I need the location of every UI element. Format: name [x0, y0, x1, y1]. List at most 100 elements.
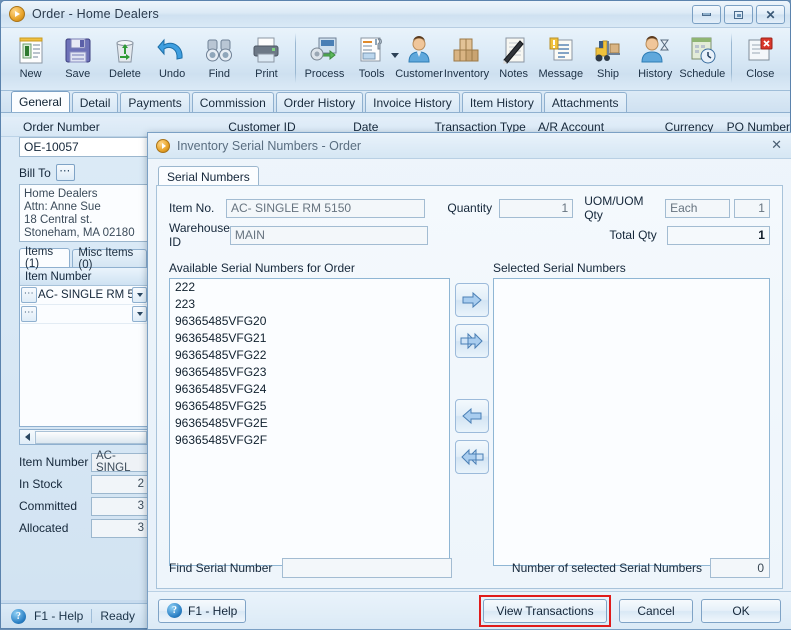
question-circle-icon: ? — [167, 603, 182, 618]
toolbar-button-tools[interactable]: Tools — [348, 31, 400, 80]
stock-label: Committed — [19, 499, 78, 513]
list-item[interactable]: 96365485VFG22 — [170, 347, 449, 364]
dialog-help-button[interactable]: ? F1 - Help — [158, 598, 247, 623]
available-serials-section: Available Serial Numbers for Order 222 2… — [169, 261, 450, 566]
minimize-button[interactable] — [692, 5, 721, 24]
forklift-icon — [592, 34, 624, 66]
tools-wrench-icon — [356, 34, 388, 66]
list-item[interactable]: 96365485VFG24 — [170, 381, 449, 398]
tab-items[interactable]: Items (1) — [19, 246, 71, 270]
table-row[interactable]: ⋯ AC- SINGLE RM 515 — [20, 286, 148, 305]
scrollbar-thumb[interactable] — [35, 430, 147, 444]
toolbar-button-save[interactable]: Save — [54, 31, 101, 80]
main-tab-strip: General Detail Payments Commission Order… — [1, 91, 790, 113]
main-window: Order - Home Dealers ✕ New Save Delete U… — [0, 0, 791, 630]
toolbar-label: Schedule — [679, 68, 726, 80]
bill-to-address: Home Dealers Attn: Anne Sue 18 Central s… — [19, 184, 149, 242]
toolbar-button-process[interactable]: Process — [301, 31, 348, 80]
stock-row-committed: Committed 3 — [19, 495, 149, 517]
question-circle-icon[interactable]: ? — [11, 608, 26, 624]
list-item[interactable]: 96365485VFG23 — [170, 364, 449, 381]
tab-attachments[interactable]: Attachments — [543, 92, 627, 112]
toolbar-button-print[interactable]: Print — [243, 31, 290, 80]
status-help-label[interactable]: F1 - Help — [34, 609, 83, 623]
toolbar-button-undo[interactable]: Undo — [149, 31, 196, 80]
list-item[interactable]: 222 — [170, 279, 449, 296]
list-item[interactable]: 96365485VFG25 — [170, 398, 449, 415]
serial-transfer-area: Available Serial Numbers for Order 222 2… — [169, 261, 770, 566]
address-line: Home Dealers — [24, 188, 98, 200]
list-item[interactable]: 223 — [170, 296, 449, 313]
toolbar-button-find[interactable]: Find — [196, 31, 243, 80]
tab-invoice-history[interactable]: Invoice History — [365, 92, 460, 112]
tab-detail[interactable]: Detail — [71, 92, 119, 112]
toolbar-button-inventory[interactable]: Inventory — [443, 31, 490, 80]
ellipsis-icon[interactable]: ⋯ — [21, 287, 37, 303]
field-row-warehouse: Warehouse ID MAIN Total Qty 1 — [169, 221, 770, 249]
ellipsis-icon[interactable]: ⋯ — [21, 306, 37, 322]
stock-row-item-number: Item Number AC- SINGL — [19, 450, 149, 474]
dialog-close-icon[interactable]: ✕ — [771, 137, 782, 153]
toolbar-button-close[interactable]: Close — [737, 31, 784, 80]
toolbar-label: Tools — [358, 68, 385, 80]
toolbar-button-history[interactable]: History — [632, 31, 679, 80]
printer-icon — [250, 34, 282, 66]
move-left-button[interactable] — [454, 399, 489, 433]
ellipsis-icon[interactable]: ⋯ — [55, 164, 75, 181]
move-all-right-button[interactable] — [454, 324, 489, 358]
message-icon — [545, 34, 577, 66]
close-button[interactable]: ✕ — [756, 5, 785, 24]
gear-process-icon — [308, 34, 340, 66]
tab-serial-numbers[interactable]: Serial Numbers — [158, 166, 259, 186]
grid-horizontal-scrollbar[interactable] — [19, 429, 149, 445]
chevron-down-icon[interactable] — [132, 287, 147, 303]
list-item[interactable]: 96365485VFG2F — [170, 432, 449, 449]
toolbar-label: Customer — [395, 68, 443, 80]
num-selected-label: Number of selected Serial Numbers — [511, 561, 702, 575]
toolbar-button-notes[interactable]: Notes — [490, 31, 537, 80]
toolbar-button-delete[interactable]: Delete — [101, 31, 148, 80]
toolbar-label: Find — [208, 68, 230, 80]
tab-payments[interactable]: Payments — [120, 92, 190, 112]
cancel-button[interactable]: Cancel — [619, 598, 693, 623]
find-serial-input[interactable] — [282, 558, 453, 578]
toolbar-label: Undo — [158, 68, 186, 80]
cell-item-number: AC- SINGLE RM 515 — [38, 289, 132, 301]
tab-commission[interactable]: Commission — [191, 92, 274, 112]
ok-button[interactable]: OK — [701, 598, 781, 623]
selected-serials-list[interactable] — [493, 278, 770, 566]
toolbar-label: Save — [65, 68, 91, 80]
tab-item-history[interactable]: Item History — [461, 92, 542, 112]
table-row[interactable]: ⋯ — [20, 305, 148, 324]
toolbar-label: Delete — [109, 68, 141, 80]
boxes-icon — [450, 34, 482, 66]
tab-order-history[interactable]: Order History — [275, 92, 364, 112]
person-hourglass-icon — [639, 34, 671, 66]
move-right-button[interactable] — [454, 283, 489, 317]
notepad-pen-icon — [498, 34, 530, 66]
move-all-left-button[interactable] — [454, 440, 489, 474]
scroll-left-icon[interactable] — [20, 430, 34, 444]
tab-misc-items[interactable]: Misc Items (0) — [72, 247, 147, 271]
toolbar-label: History — [638, 68, 673, 80]
close-window-icon — [744, 34, 776, 66]
list-item[interactable]: 96365485VFG2E — [170, 415, 449, 432]
toolbar-button-ship[interactable]: Ship — [584, 31, 631, 80]
order-number-input[interactable]: OE-10057 — [19, 137, 149, 157]
toolbar-button-customer[interactable]: Customer — [395, 31, 443, 80]
toolbar-button-new[interactable]: New — [7, 31, 54, 80]
list-item[interactable]: 96365485VFG20 — [170, 313, 449, 330]
dialog-body: Serial Numbers Item No. AC- SINGLE RM 51… — [148, 159, 791, 591]
toolbar-button-message[interactable]: Message — [537, 31, 584, 80]
restore-button[interactable] — [724, 5, 753, 24]
list-item[interactable]: 96365485VFG21 — [170, 330, 449, 347]
tab-general[interactable]: General — [11, 91, 70, 112]
transfer-button-column — [450, 261, 493, 566]
toolbar-label: Close — [746, 68, 775, 80]
view-transactions-button[interactable]: View Transactions — [483, 598, 607, 623]
chevron-down-icon[interactable] — [132, 306, 147, 322]
stock-value: 2 — [91, 474, 149, 494]
available-serials-list[interactable]: 222 223 96365485VFG20 96365485VFG21 9636… — [169, 278, 450, 566]
toolbar-button-schedule[interactable]: Schedule — [679, 31, 726, 80]
toolbar-label: Ship — [596, 68, 620, 80]
